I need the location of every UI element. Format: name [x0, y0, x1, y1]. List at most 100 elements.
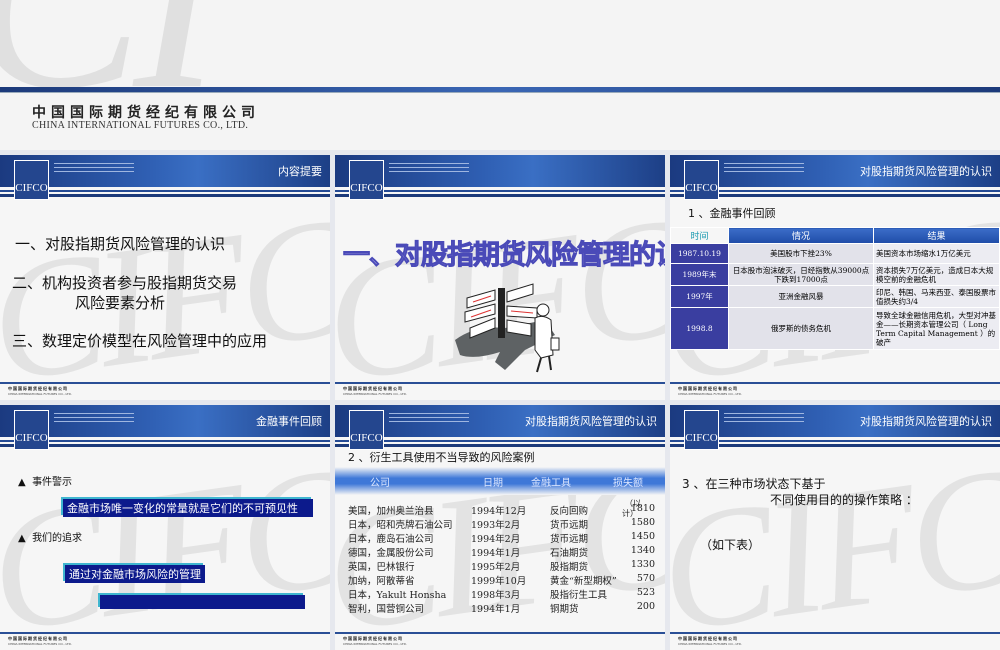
slide-thumbnail-2[interactable]: CIFCO 一、对股指期货风险管理的认识 CIFCO中国国际期货经纪有限公司CH…	[335, 155, 665, 400]
cell-company: 日本，鹿岛石油公司	[348, 534, 434, 545]
slide-text: 不同使用目的的操作策略 ：	[770, 493, 918, 507]
cell-instrument: 黄金“新型期权”	[550, 576, 617, 587]
header-stripe	[670, 440, 1000, 442]
cell-date: 1994年2月	[471, 534, 521, 545]
table-row: 1997年 亚洲金融风暴 印尼、韩国、马来西亚、泰国股票市值损失约3/4	[670, 285, 1000, 308]
cell-company: 日本，Yakult Honsha	[348, 590, 447, 601]
cell-situation: 日本股市泡沫破灭，日经指数从39000点下跌到17000点	[728, 263, 874, 286]
header-stripe	[335, 190, 665, 192]
cell-situation: 美国股市下挫23%	[728, 243, 874, 264]
footer-company-en: CHINA INTERNATIONAL FUTURES CO., LTD.	[8, 392, 72, 396]
slide-title: 对股指期货风险管理的认识	[525, 415, 657, 428]
cell-instrument: 股指期货	[550, 562, 589, 573]
slide-headline: 一、对股指期货风险管理的认识	[343, 240, 666, 272]
header-stripe	[0, 444, 330, 447]
cell-instrument: 货币远期	[550, 534, 589, 545]
cell-company: 加纳，阿散蒂省	[348, 576, 415, 587]
column-header: 损失额	[613, 478, 643, 489]
slide-thumbnail-4[interactable]: CIFCO ▲ 事件警示 金融市场唯一变化的常量就是它们的不可预见性 ▲ 我们的…	[0, 405, 330, 650]
cell-date: 1999年10月	[471, 576, 527, 587]
column-header: 情况	[728, 227, 874, 244]
cell-loss: 570	[636, 573, 655, 584]
column-header: 日期	[483, 478, 503, 489]
cell-loss: 523	[636, 587, 655, 598]
cell-company: 智利，国营铜公司	[348, 604, 425, 615]
header-stripe	[670, 194, 1000, 197]
company-name-cn: 中国国际期货经纪有限公司	[32, 105, 260, 121]
cell-instrument: 反向回购	[550, 506, 589, 517]
slide-title: 内容提要	[278, 165, 322, 178]
cell-instrument: 股指衍生工具	[550, 590, 608, 601]
slide-thumbnail-6[interactable]: CIFCO 3 、在三种市场状态下基于 不同使用目的的操作策略 ： （如下表） …	[670, 405, 1000, 650]
slide-header	[335, 155, 665, 187]
highlight-box	[100, 595, 305, 609]
cell-date: 1994年1月	[471, 604, 521, 615]
cell-result: 印尼、韩国、马来西亚、泰国股票市值损失约3/4	[873, 285, 1000, 308]
header-stripe	[670, 444, 1000, 447]
current-slide-preview[interactable]: CI 中国国际期货经纪有限公司 CHINA INTERNATIONAL FUTU…	[0, 0, 1000, 150]
footer-company-en: CHINA INTERNATIONAL FUTURES CO., LTD.	[678, 642, 742, 646]
cifco-logo: CIFCO	[684, 410, 719, 450]
slide-thumbnail-5[interactable]: CIFCO 2 、衍生工具使用不当导致的风险案例 公司 日期 金融工具 损失额 …	[335, 405, 665, 650]
watermark: CIFCO	[670, 416, 1000, 650]
cell-instrument: 货币远期	[550, 520, 589, 531]
cell-time: 1989年末	[670, 263, 729, 286]
toc-item: 二、机构投资者参与股指期货交易	[12, 274, 238, 292]
cell-time: 1987.10.19	[670, 243, 729, 264]
unit-note: 计）	[622, 509, 638, 518]
signpost-clipart	[455, 283, 560, 373]
slogan-text	[389, 413, 469, 425]
footer-line	[670, 382, 1000, 384]
highlight-box: 通过对金融市场风险的管理	[65, 565, 205, 583]
cell-date: 1995年2月	[471, 562, 521, 573]
header-stripe	[335, 194, 665, 197]
company-name-en: CHINA INTERNATIONAL FUTURES CO., LTD.	[32, 120, 249, 131]
toc-item: 一、对股指期货风险管理的认识	[15, 235, 226, 253]
slide-title: 对股指期货风险管理的认识	[860, 415, 992, 428]
table-header: 公司 日期 金融工具 损失额	[335, 467, 665, 495]
bullet-item: ▲ 事件警示	[18, 477, 73, 488]
cell-instrument: 石油期货	[550, 548, 589, 559]
footer-company-en: CHINA INTERNATIONAL FUTURES CO., LTD.	[8, 642, 72, 646]
cell-company: 美国，加州奥兰治县	[348, 506, 434, 517]
slide-subtitle: 2 、衍生工具使用不当导致的风险案例	[348, 451, 535, 464]
cell-situation: 亚洲金融风暴	[728, 285, 874, 308]
cell-date: 1993年2月	[471, 520, 521, 531]
slide-title: 对股指期货风险管理的认识	[860, 165, 992, 178]
toc-item: 三、数理定价模型在风险管理中的应用	[12, 332, 268, 350]
cell-loss: 1450	[630, 531, 655, 542]
table-row: 1989年末 日本股市泡沫破灭，日经指数从39000点下跌到17000点 资本损失7…	[670, 263, 1000, 286]
slide-thumbnail-1[interactable]: CIFCO 一、对股指期货风险管理的认识 二、机构投资者参与股指期货交易 风险要…	[0, 155, 330, 400]
cifco-logo: CIFCO	[349, 160, 384, 200]
slogan-text	[389, 163, 469, 175]
table-row: 1998.8 俄罗斯的债务危机 导致全球金融信用危机，大型对冲基金——长期资本管理公…	[670, 307, 1000, 350]
header-stripe	[335, 444, 665, 447]
column-header: 结果	[873, 227, 1000, 244]
cell-loss: 1340	[630, 545, 655, 556]
slide-thumbnail-3[interactable]: CIFCO 1 、金融事件回顾 时间情况结果 1987.10.19美国股市下挫2…	[670, 155, 1000, 400]
bullet-item: ▲ 我们的追求	[18, 533, 83, 544]
footer-company-en: CHINA INTERNATIONAL FUTURES CO., LTD.	[678, 392, 742, 396]
footer-company-en: CHINA INTERNATIONAL FUTURES CO., LTD.	[343, 392, 407, 396]
footer-line	[335, 632, 665, 634]
cell-date: 1994年1月	[471, 548, 521, 559]
table-row: 1987.10.19 美国股市下挫23% 美国资本市场缩水1万亿美元	[670, 243, 1000, 264]
header-stripe	[335, 440, 665, 442]
slide-subtitle: 1 、金融事件回顾	[688, 207, 776, 220]
cell-situation: 俄罗斯的债务危机	[728, 307, 874, 350]
footer-line	[0, 632, 330, 634]
slogan-text	[54, 413, 134, 425]
footer-line	[335, 382, 665, 384]
highlight-box: 金融市场唯一变化的常量就是它们的不可预见性	[63, 499, 313, 517]
header-stripe	[670, 190, 1000, 192]
cell-company: 日本，昭和壳牌石油公司	[348, 520, 453, 531]
cell-company: 德国，金属股份公司	[348, 548, 434, 559]
column-header: 时间	[670, 227, 729, 244]
column-header: 公司	[370, 478, 390, 489]
footer-company-en: CHINA INTERNATIONAL FUTURES CO., LTD.	[343, 642, 407, 646]
cell-time: 1998.8	[670, 307, 729, 350]
cifco-logo: CIFCO	[14, 160, 49, 200]
toc-item: 风险要素分析	[75, 294, 166, 312]
slogan-text	[724, 413, 804, 425]
header-stripe	[0, 440, 330, 442]
